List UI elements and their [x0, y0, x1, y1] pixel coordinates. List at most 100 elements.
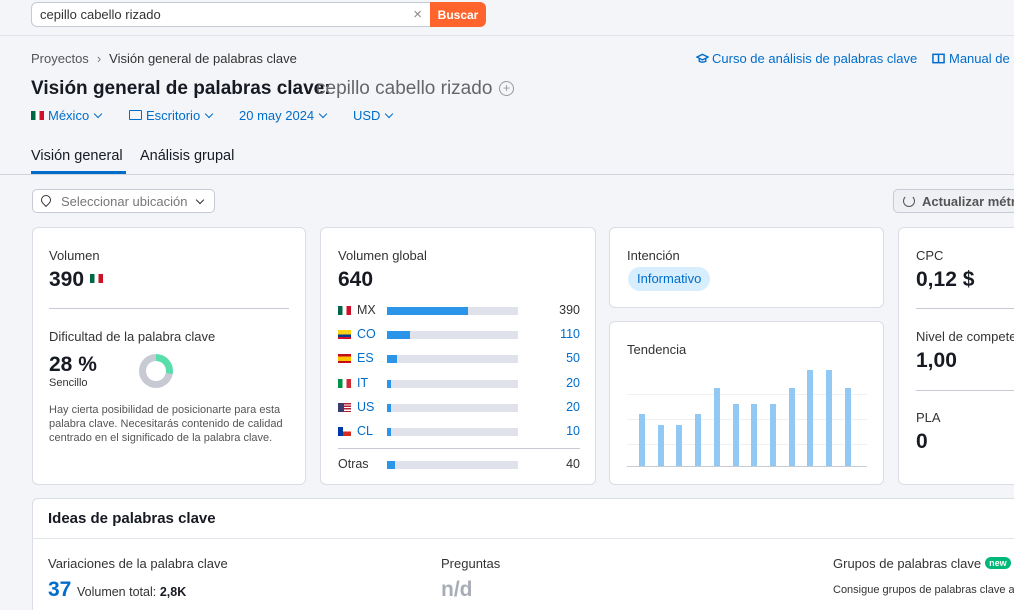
total-volume-value: 2,8K — [159, 585, 187, 599]
colombia-flag-icon — [338, 330, 351, 339]
date-filter[interactable]: 20 may 2024 — [239, 108, 328, 123]
share-bar-track — [387, 404, 518, 412]
trend-bar — [695, 414, 701, 466]
new-badge: new — [985, 557, 1011, 569]
mexico-flag-icon — [338, 306, 351, 315]
keyword-groups-label: Grupos de palabras clave new — [833, 556, 1011, 571]
intent-label: Intención — [627, 248, 680, 263]
course-link-label: Curso de análisis de palabras clave — [712, 51, 918, 66]
kd-label: Dificultad de la palabra clave — [49, 329, 216, 344]
chevron-down-icon — [385, 109, 394, 119]
others-label: Otras — [338, 457, 369, 471]
breadcrumb: Proyectos › Visión general de palabras cla… — [31, 51, 297, 66]
clear-icon[interactable]: × — [413, 6, 422, 23]
breadcrumb-current: Visión general de palabras clave — [109, 51, 297, 66]
search-input[interactable] — [40, 7, 400, 22]
book-icon — [932, 53, 945, 64]
trend-bar — [714, 388, 720, 466]
competition-value: 1,00 — [916, 349, 957, 372]
mexico-flag-icon — [31, 111, 44, 121]
global-volume-value: 640 — [338, 268, 374, 291]
intent-badge[interactable]: Informativo — [628, 267, 711, 291]
variations-count[interactable]: 37 — [48, 578, 71, 601]
pla-label: PLA — [916, 410, 941, 425]
tab-group-analysis[interactable]: Análisis grupal — [140, 148, 234, 164]
refresh-metrics-button[interactable]: Actualizar métri — [893, 189, 1014, 213]
country-volume[interactable]: 20 — [566, 400, 580, 414]
country-row-it[interactable]: IT 20 — [338, 376, 580, 392]
country-row-co[interactable]: CO 110 — [338, 327, 580, 343]
manual-link-label: Manual de — [949, 51, 1010, 66]
refresh-metrics-label: Actualizar métri — [922, 194, 1014, 209]
mexico-flag-icon — [89, 273, 103, 283]
trend-bar — [826, 370, 832, 466]
share-bar-track — [387, 355, 518, 363]
share-bar-fill — [387, 331, 410, 339]
breadcrumb-projects-link[interactable]: Proyectos — [31, 51, 89, 66]
active-tab-indicator — [31, 171, 126, 174]
kd-level: Sencillo — [49, 377, 88, 389]
currency-filter[interactable]: USD — [353, 108, 394, 123]
country-row-us[interactable]: US 20 — [338, 400, 580, 416]
date-filter-label: 20 may 2024 — [239, 108, 315, 123]
trend-bar — [770, 404, 776, 466]
trend-card: Tendencia — [609, 321, 884, 485]
chevron-down-icon — [195, 195, 205, 205]
country-code[interactable]: ES — [357, 351, 374, 365]
manual-link[interactable]: Manual de — [932, 51, 1010, 66]
trend-bar — [845, 388, 851, 466]
volume-card: Volumen 390 Dificultad de la palabra cla… — [32, 227, 306, 485]
device-filter-label: Escritorio — [146, 108, 201, 123]
share-bar-fill — [387, 404, 391, 412]
kd-value: 28 % — [49, 353, 97, 376]
search-button[interactable]: Buscar — [430, 2, 486, 27]
country-filter[interactable]: México — [31, 108, 103, 123]
refresh-icon — [903, 195, 915, 207]
country-volume[interactable]: 110 — [560, 327, 580, 341]
country-code[interactable]: CO — [357, 327, 376, 341]
share-bar-track — [387, 428, 518, 436]
card-divider — [32, 538, 1014, 539]
search-box[interactable]: × — [31, 2, 430, 27]
location-pin-icon — [38, 192, 54, 208]
country-volume[interactable]: 10 — [566, 424, 580, 438]
device-filter[interactable]: Escritorio — [129, 108, 214, 123]
country-row-cl[interactable]: CL 10 — [338, 424, 580, 440]
add-keyword-icon[interactable]: + — [499, 81, 514, 96]
spain-flag-icon — [338, 354, 351, 363]
share-bar-fill — [387, 307, 468, 315]
cpc-card: CPC 0,12 $ Nivel de compete 1,00 PLA 0 — [898, 227, 1014, 485]
trend-bar — [658, 425, 664, 466]
share-bar-fill — [387, 355, 397, 363]
country-code[interactable]: US — [357, 400, 374, 414]
monitor-icon — [129, 110, 142, 120]
share-bar-fill — [387, 428, 391, 436]
variations-label: Variaciones de la palabra clave — [48, 556, 228, 571]
kd-donut-chart — [139, 354, 173, 388]
country-code[interactable]: CL — [357, 424, 373, 438]
cpc-value: 0,12 $ — [916, 268, 975, 291]
chevron-down-icon — [93, 109, 103, 119]
tab-overview[interactable]: Visión general — [31, 148, 123, 164]
intent-card: Intención Informativo — [609, 227, 884, 308]
country-volume[interactable]: 50 — [566, 351, 580, 365]
country-filter-label: México — [48, 108, 90, 123]
country-row-es[interactable]: ES 50 — [338, 351, 580, 367]
course-link[interactable]: Curso de análisis de palabras clave — [695, 51, 918, 66]
card-divider — [338, 448, 580, 449]
share-bar-track — [387, 380, 518, 388]
kd-description: Hay cierta posibilidad de posicionarte p… — [49, 404, 283, 444]
questions-label: Preguntas — [441, 556, 501, 571]
usa-flag-icon — [338, 403, 351, 412]
trend-bar — [751, 404, 757, 466]
trend-bar — [789, 388, 795, 466]
keyword-title: cepillo cabello rizado — [316, 78, 493, 99]
share-bar-fill — [387, 461, 395, 469]
trend-bar — [733, 404, 739, 466]
trend-label: Tendencia — [627, 342, 687, 357]
location-select[interactable]: Seleccionar ubicación — [32, 189, 215, 213]
chile-flag-icon — [338, 427, 351, 436]
volume-label: Volumen — [49, 248, 100, 263]
country-code[interactable]: IT — [357, 376, 368, 390]
country-volume[interactable]: 20 — [566, 376, 580, 390]
